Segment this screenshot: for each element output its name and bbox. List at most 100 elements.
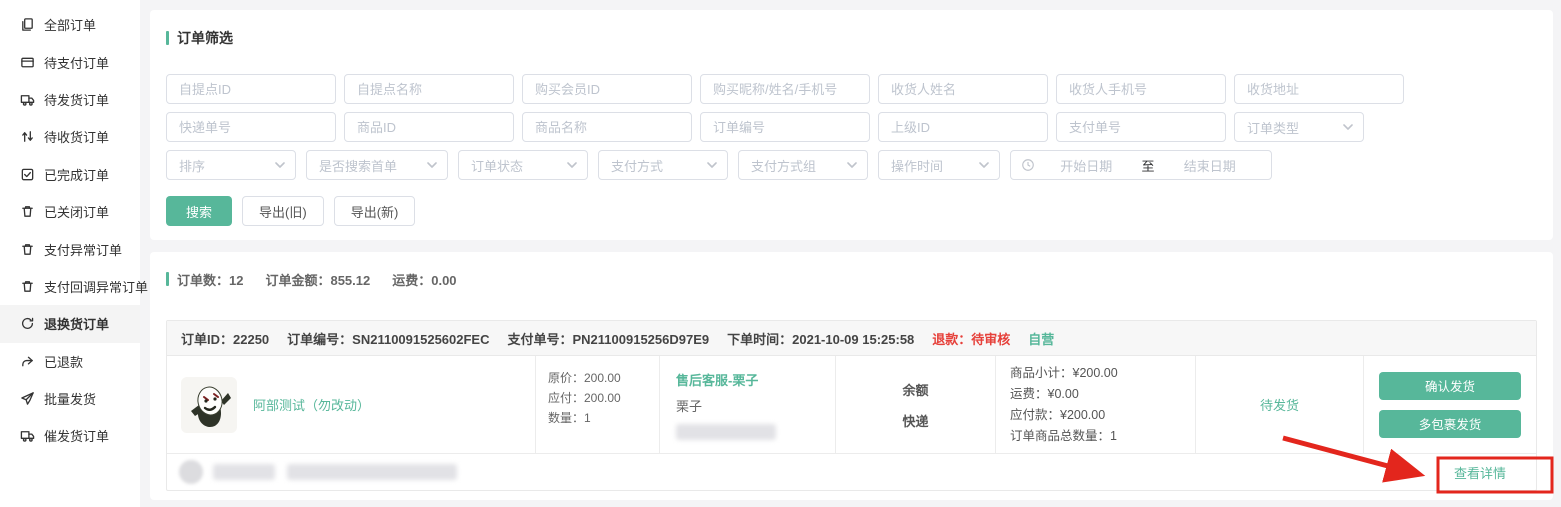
sidebar-item-label: 待支付订单	[44, 53, 109, 72]
order-card-footer: 查看详情	[167, 453, 1536, 490]
start-date-placeholder[interactable]: 开始日期	[1035, 156, 1138, 175]
filter-row-2: 订单类型	[166, 112, 1537, 142]
chevron-down-icon	[707, 162, 717, 168]
sidebar-item-completed[interactable]: 已完成订单	[0, 156, 140, 193]
sort-select-label: 排序	[179, 156, 205, 175]
pickup-id-input[interactable]	[166, 74, 336, 104]
trash-icon	[20, 204, 35, 219]
sidebar-item-all-orders[interactable]: 全部订单	[0, 6, 140, 43]
buyer-member-id-input[interactable]	[522, 74, 692, 104]
order-card: 订单ID：22250 订单编号：SN2110091525602FEC 支付单号：…	[166, 320, 1537, 491]
product-image	[181, 377, 237, 433]
tracking-number-input[interactable]	[166, 112, 336, 142]
order-id: 订单ID：22250	[181, 329, 269, 348]
buyer-cell: 售后客服-栗子 栗子	[659, 356, 835, 453]
sidebar-item-label: 待收货订单	[44, 127, 109, 146]
receiver-name-input[interactable]	[878, 74, 1048, 104]
sidebar-item-label: 已完成订单	[44, 165, 109, 184]
after-sale-service-link[interactable]: 售后客服-栗子	[676, 370, 835, 389]
sidebar-item-pending-receipt[interactable]: 待收货订单	[0, 118, 140, 155]
payment-cell: 余额 快递	[835, 356, 995, 453]
sidebar-item-closed[interactable]: 已关闭订单	[0, 193, 140, 230]
pay-method-select[interactable]: 支付方式	[598, 150, 728, 180]
trash-icon	[20, 242, 35, 257]
redacted-avatar	[179, 460, 203, 484]
view-detail-link[interactable]: 查看详情	[1454, 463, 1506, 482]
pay-method-group-select[interactable]: 支付方式组	[738, 150, 868, 180]
order-type-select-label: 订单类型	[1247, 118, 1299, 137]
first-order-select-label: 是否搜索首单	[319, 156, 397, 175]
truck-icon	[20, 428, 35, 443]
pay-method-select-label: 支付方式	[611, 156, 663, 175]
chevron-down-icon	[427, 162, 437, 168]
chevron-down-icon	[567, 162, 577, 168]
receiver-address-input[interactable]	[1234, 74, 1404, 104]
sidebar-item-urge-shipment[interactable]: 催发货订单	[0, 417, 140, 454]
order-list-panel: 订单数：12 订单金额：855.12 运费：0.00 订单ID：22250 订单…	[150, 252, 1553, 500]
sidebar-item-callback-abnormal[interactable]: 支付回调异常订单	[0, 268, 140, 305]
search-button[interactable]: 搜索	[166, 196, 232, 226]
sidebar-item-payment-abnormal[interactable]: 支付异常订单	[0, 230, 140, 267]
refund-status-badge: 退款：待审核	[932, 329, 1010, 348]
pay-method-balance: 余额	[902, 380, 928, 399]
order-summary-bar: 订单数：12 订单金额：855.12 运费：0.00	[166, 272, 1537, 286]
order-sn-input[interactable]	[700, 112, 870, 142]
sidebar-item-label: 已关闭订单	[44, 202, 109, 221]
order-sn: 订单编号：SN2110091525602FEC	[287, 329, 489, 348]
operate-time-select[interactable]: 操作时间	[878, 150, 1000, 180]
trash-icon	[20, 279, 35, 294]
status-cell: 待发货	[1195, 356, 1363, 453]
date-range-picker[interactable]: 开始日期 至 结束日期	[1010, 150, 1272, 180]
order-filter-panel: 订单筛选 订单类型 排序 是否搜索首单 订单状态	[150, 10, 1553, 240]
sidebar-item-return-exchange[interactable]: 退换货订单	[0, 305, 140, 342]
receiver-phone-input[interactable]	[1056, 74, 1226, 104]
confirm-shipment-button[interactable]: 确认发货	[1379, 372, 1521, 400]
sidebar: 全部订单 待支付订单 待发货订单 待收货订单 已完成订单 已关闭订单 支付异常订…	[0, 0, 140, 507]
parent-id-input[interactable]	[878, 112, 1048, 142]
sidebar-item-pending-payment[interactable]: 待支付订单	[0, 43, 140, 80]
checkbox-icon	[20, 167, 35, 182]
sidebar-item-pending-shipment[interactable]: 待发货订单	[0, 81, 140, 118]
buyer-nickname-input[interactable]	[700, 74, 870, 104]
amount-payable: 应付款：¥200.00	[1010, 405, 1195, 426]
export-new-button[interactable]: 导出(新)	[334, 196, 416, 226]
freight-total: 运费：0.00	[392, 270, 456, 289]
order-status-text: 待发货	[1260, 395, 1299, 414]
redacted-receiver-name	[213, 464, 275, 480]
order-amount: 订单金额：855.12	[265, 270, 370, 289]
filter-section-title: 订单筛选	[166, 28, 1537, 48]
product-name-link[interactable]: 阿部测试（勿改动）	[253, 395, 370, 414]
redacted-receiver-address	[287, 464, 457, 480]
credit-card-icon	[20, 55, 35, 70]
pay-sn: 支付单号：PN21100915256D97E9	[508, 329, 710, 348]
multi-package-shipment-button[interactable]: 多包裹发货	[1379, 410, 1521, 438]
sidebar-item-label: 催发货订单	[44, 426, 109, 445]
redacted-buyer-phone	[676, 424, 776, 440]
sidebar-item-label: 待发货订单	[44, 90, 109, 109]
sidebar-item-label: 支付回调异常订单	[44, 277, 148, 296]
order-status-select[interactable]: 订单状态	[458, 150, 588, 180]
sidebar-item-label: 退换货订单	[44, 314, 109, 333]
pickup-name-input[interactable]	[344, 74, 514, 104]
order-type-select[interactable]: 订单类型	[1234, 112, 1364, 142]
chevron-down-icon	[979, 162, 989, 168]
order-count: 订单数：12	[177, 270, 243, 289]
product-id-input[interactable]	[344, 112, 514, 142]
order-card-header: 订单ID：22250 订单编号：SN2110091525602FEC 支付单号：…	[167, 321, 1536, 356]
date-range-separator: 至	[1138, 156, 1159, 175]
end-date-placeholder[interactable]: 结束日期	[1159, 156, 1262, 175]
pay-sn-input[interactable]	[1056, 112, 1226, 142]
refresh-icon	[20, 316, 35, 331]
paper-plane-icon	[20, 391, 35, 406]
shop-tag: 自营	[1028, 329, 1054, 348]
export-old-button[interactable]: 导出(旧)	[242, 196, 324, 226]
chevron-down-icon	[847, 162, 857, 168]
delivery-method-express: 快递	[902, 411, 928, 430]
order-card-body: 阿部测试（勿改动） 原价：200.00 应付：200.00 数量：1 售后客服-…	[167, 356, 1536, 453]
sidebar-item-label: 批量发货	[44, 389, 96, 408]
sidebar-item-refunded[interactable]: 已退款	[0, 343, 140, 380]
sort-select[interactable]: 排序	[166, 150, 296, 180]
product-name-input[interactable]	[522, 112, 692, 142]
first-order-select[interactable]: 是否搜索首单	[306, 150, 448, 180]
sidebar-item-batch-shipment[interactable]: 批量发货	[0, 380, 140, 417]
